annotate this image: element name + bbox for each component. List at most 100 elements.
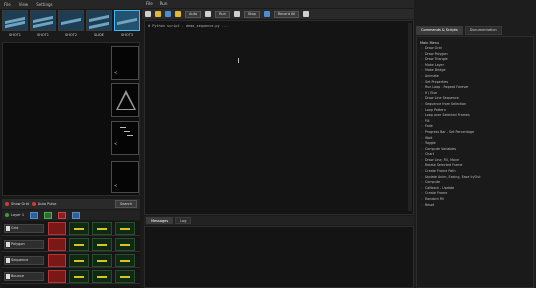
commands-pane: Commands & Scripts Documentation Main Me… [414,0,536,288]
commands-tree: Main Menu Draw GridDraw PolygonDraw Tria… [416,36,534,288]
track-name[interactable]: Sequence [4,256,44,265]
thumbnail-1[interactable] [2,10,28,31]
track-record-cell[interactable] [48,222,66,235]
menu-view[interactable]: View [19,2,29,7]
record-icon [31,202,36,206]
stop-icon[interactable] [233,11,240,17]
track-row[interactable]: Grid [2,221,140,236]
tab-commands[interactable]: Commands & Scripts [416,26,463,35]
track-cell[interactable] [69,254,89,267]
layer-bar: Layer 1 [2,210,140,220]
track-cell[interactable] [69,270,89,283]
menu-file[interactable]: File [146,1,153,7]
dash-mark [120,127,126,128]
console-output[interactable] [144,226,414,288]
editor-line: # Python script - demo_sequence.py ... [148,24,229,28]
preview-frame-1[interactable]: < [111,46,139,80]
tab-log[interactable]: Log [175,217,192,224]
track-name[interactable]: Grid [4,224,44,233]
track-cell[interactable] [115,222,135,235]
layer-button-red[interactable] [58,211,67,219]
record-all-icon[interactable] [263,11,270,17]
track-list: Grid Polygon Sequence Bounce [2,221,140,288]
record-all-select[interactable]: Record All [273,10,300,18]
thumbnail-3[interactable] [58,10,84,31]
menu-settings[interactable]: Settings [36,2,52,7]
left-toolbar: Show Grid Auto Pulse Search [2,199,140,209]
status-icon [5,213,9,217]
mode-select[interactable]: Auto [185,10,202,18]
track-row[interactable]: Sequence [2,253,140,268]
track-cell[interactable] [69,222,89,235]
stop-select[interactable]: Stop [243,10,260,18]
track-cell[interactable] [92,254,112,267]
layer-button-blue-2[interactable] [72,211,81,219]
thumbnail-label: SHOT1 [37,33,49,37]
track-name[interactable]: Polygon [4,240,44,249]
record-icon [5,202,9,206]
thumbnail-2[interactable] [30,10,56,31]
play-icon[interactable] [205,11,212,17]
thumbnail-label: SHOT2 [65,33,77,37]
layer-toggle[interactable]: Layer 1 [5,213,24,217]
thumbnail-4[interactable] [86,10,112,31]
track-row[interactable]: Polygon [2,237,140,252]
left-menubar: File View Settings [0,0,142,9]
show-grid-checkbox[interactable]: Show Grid [5,202,29,206]
thumbnail-label: SHOT3 [121,33,133,37]
text-cursor-icon [238,58,240,63]
frame-marker: < [114,141,118,146]
track-cell[interactable] [92,222,112,235]
editor-menubar: File Run [142,0,414,8]
track-cell[interactable] [115,238,135,251]
layer-button-green[interactable] [44,211,53,219]
tree-items: Draw GridDraw PolygonDraw TriangleMake L… [420,46,530,208]
console-tabs: Messages Log [144,216,414,225]
frame-marker: < [114,70,118,75]
left-pane: File View Settings SHOT1 SHOT1 SHOT2 SLI… [0,0,142,288]
track-record-cell[interactable] [48,270,66,283]
menu-file[interactable]: File [4,2,11,7]
track-icon [6,258,10,263]
dash-mark [127,135,133,136]
tab-documentation[interactable]: Documentation [464,26,502,35]
editor-toolbar: Auto Run Stop Record All [142,9,414,19]
auto-pulse-checkbox[interactable]: Auto Pulse [31,202,56,206]
track-record-cell[interactable] [48,254,66,267]
dash-mark [124,131,130,132]
menu-run[interactable]: Run [160,1,168,7]
track-row[interactable]: Bounce [2,269,140,284]
track-cell[interactable] [115,254,135,267]
track-name[interactable]: Bounce [4,272,44,281]
thumbnail-label: SLIDE [93,33,105,37]
thumbnail-strip [2,10,140,32]
track-cell[interactable] [69,238,89,251]
search-button[interactable]: Search [114,200,137,208]
frame-marker: < [114,183,118,188]
preview-frame-2[interactable] [111,83,139,117]
track-cell[interactable] [92,238,112,251]
preview-frame-3[interactable]: < [111,121,139,155]
tree-item[interactable]: Reset [420,203,530,209]
settings-icon[interactable] [303,11,310,17]
tree-header[interactable]: Main Menu [420,41,530,45]
run-select[interactable]: Run [215,10,230,18]
new-file-icon[interactable] [145,11,151,17]
layer-button-blue[interactable] [30,211,39,219]
code-editor[interactable]: # Python script - demo_sequence.py ... [144,20,414,215]
track-icon [6,274,10,279]
thumbnail-label: SHOT1 [9,33,21,37]
run-icon[interactable] [175,11,181,17]
preview-canvas[interactable]: < < < [2,42,140,196]
track-cell[interactable] [92,270,112,283]
open-folder-icon[interactable] [155,11,161,17]
editor-scrollbar[interactable] [408,23,412,211]
save-icon[interactable] [165,11,171,17]
preview-frame-4[interactable]: < [111,161,139,193]
editor-pane: File Run Auto Run Stop Record All # Pyth… [142,0,414,288]
thumbnail-labels: SHOT1 SHOT1 SHOT2 SLIDE SHOT3 [2,33,140,41]
track-record-cell[interactable] [48,238,66,251]
tab-messages[interactable]: Messages [146,217,174,224]
thumbnail-5[interactable] [114,10,140,31]
track-cell[interactable] [115,270,135,283]
